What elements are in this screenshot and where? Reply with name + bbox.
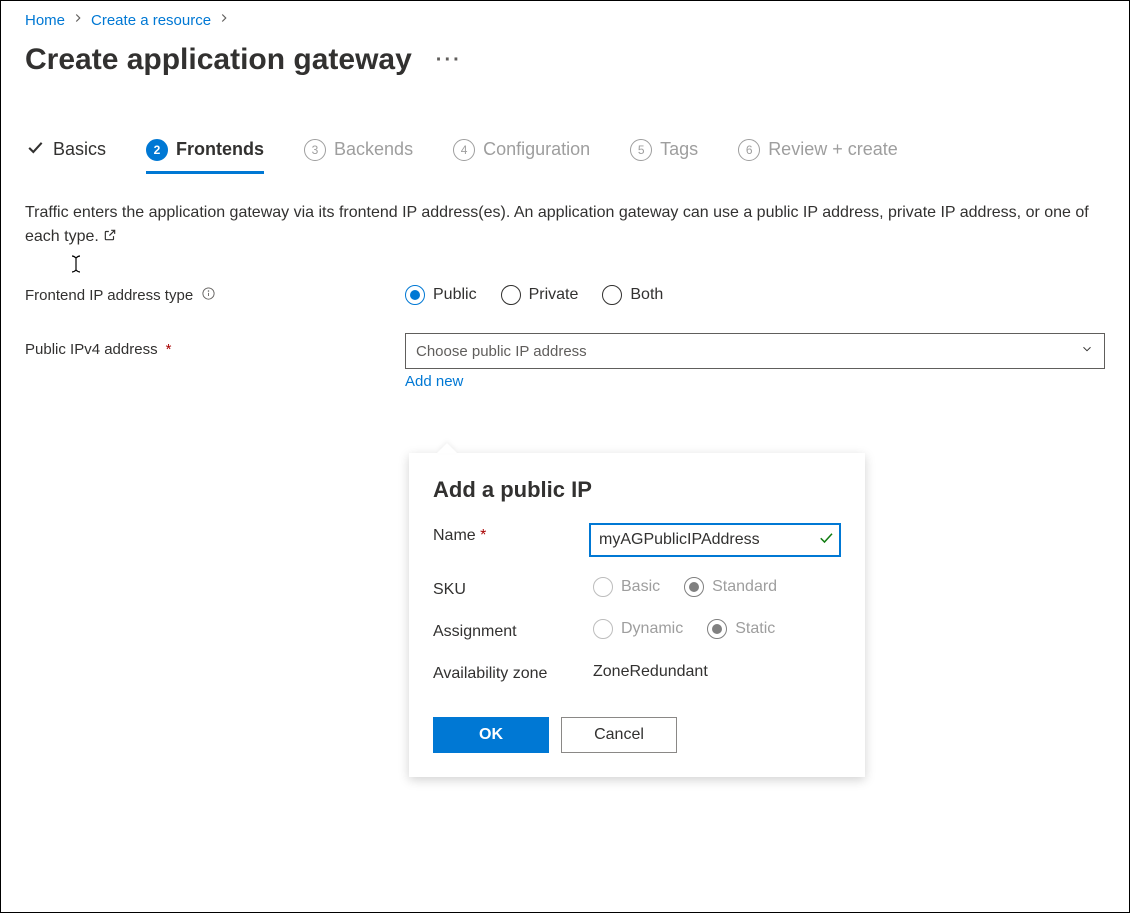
description-text: Traffic enters the application gateway v… — [25, 204, 1089, 245]
frontend-ip-type-radios: Public Private Both — [405, 285, 663, 305]
external-link-icon[interactable] — [103, 228, 117, 245]
breadcrumb-create-resource[interactable]: Create a resource — [91, 12, 211, 29]
breadcrumb-home[interactable]: Home — [25, 12, 65, 29]
popup-field-name: Name * — [433, 523, 841, 557]
tab-label-configuration: Configuration — [483, 139, 590, 160]
radio-label-both: Both — [630, 286, 663, 304]
popup-field-availability-zone: Availability zone ZoneRedundant — [433, 661, 841, 683]
step-number-icon: 6 — [738, 139, 760, 161]
label-text: Public IPv4 address — [25, 341, 158, 358]
popup-field-assignment: Assignment Dynamic Static — [433, 619, 841, 641]
step-number-icon: 3 — [304, 139, 326, 161]
chevron-right-icon — [71, 11, 85, 29]
assignment-label: Assignment — [433, 619, 593, 641]
add-public-ip-popup: Add a public IP Name * SKU Basic Standar… — [409, 453, 865, 777]
label-text: Name — [433, 527, 476, 544]
name-input[interactable] — [589, 523, 841, 557]
frontend-ip-type-label: Frontend IP address type — [25, 286, 405, 305]
field-frontend-ip-type: Frontend IP address type Public Private … — [25, 285, 1105, 305]
tab-label-backends: Backends — [334, 139, 413, 160]
tab-backends[interactable]: 3 Backends — [304, 139, 413, 174]
field-public-ip: Public IPv4 address * Choose public IP a… — [25, 333, 1105, 390]
tab-label-frontends: Frontends — [176, 139, 264, 160]
chevron-right-icon — [217, 11, 231, 29]
wizard-tabs: Basics 2 Frontends 3 Backends 4 Configur… — [25, 137, 1105, 175]
public-ip-label: Public IPv4 address * — [25, 333, 405, 358]
radio-label-dynamic: Dynamic — [621, 620, 683, 638]
radio-assignment-dynamic: Dynamic — [593, 619, 683, 639]
sku-label: SKU — [433, 577, 593, 599]
radio-label-static: Static — [735, 620, 775, 638]
label-text: Frontend IP address type — [25, 287, 193, 304]
tab-frontends[interactable]: 2 Frontends — [146, 139, 264, 174]
radio-private[interactable]: Private — [501, 285, 579, 305]
name-label: Name * — [433, 523, 589, 545]
tab-description: Traffic enters the application gateway v… — [25, 201, 1105, 249]
step-number-icon: 4 — [453, 139, 475, 161]
chevron-down-icon — [1080, 342, 1094, 360]
check-icon — [25, 137, 45, 162]
step-number-icon: 5 — [630, 139, 652, 161]
breadcrumb: Home Create a resource — [25, 11, 1105, 29]
radio-label-basic: Basic — [621, 578, 660, 596]
popup-field-sku: SKU Basic Standard — [433, 577, 841, 599]
tab-tags[interactable]: 5 Tags — [630, 139, 698, 174]
valid-check-icon — [817, 529, 835, 552]
info-icon[interactable] — [201, 286, 216, 305]
more-actions-button[interactable]: ··· — [432, 49, 466, 72]
tab-configuration[interactable]: 4 Configuration — [453, 139, 590, 174]
radio-public[interactable]: Public — [405, 285, 477, 305]
tab-label-tags: Tags — [660, 139, 698, 160]
tab-review[interactable]: 6 Review + create — [738, 139, 898, 174]
text-cursor-icon — [68, 253, 84, 275]
tab-basics[interactable]: Basics — [25, 137, 106, 175]
step-number-icon: 2 — [146, 139, 168, 161]
page-title-text: Create application gateway — [25, 43, 412, 77]
radio-both[interactable]: Both — [602, 285, 663, 305]
required-marker: * — [480, 527, 486, 544]
popup-button-row: OK Cancel — [433, 717, 841, 753]
add-new-link[interactable]: Add new — [405, 373, 463, 390]
radio-label-private: Private — [529, 286, 579, 304]
public-ip-select[interactable]: Choose public IP address — [405, 333, 1105, 369]
tab-label-review: Review + create — [768, 139, 898, 160]
availability-zone-value: ZoneRedundant — [593, 661, 841, 681]
radio-label-public: Public — [433, 286, 477, 304]
tab-label-basics: Basics — [53, 139, 106, 160]
required-marker: * — [166, 341, 172, 358]
radio-sku-basic: Basic — [593, 577, 660, 597]
availability-zone-label: Availability zone — [433, 661, 593, 683]
radio-label-standard: Standard — [712, 578, 777, 596]
select-placeholder: Choose public IP address — [416, 343, 587, 360]
popup-title: Add a public IP — [433, 477, 841, 503]
radio-sku-standard: Standard — [684, 577, 777, 597]
page-title: Create application gateway ··· — [25, 43, 1105, 77]
cancel-button[interactable]: Cancel — [561, 717, 677, 753]
radio-assignment-static: Static — [707, 619, 775, 639]
ok-button[interactable]: OK — [433, 717, 549, 753]
